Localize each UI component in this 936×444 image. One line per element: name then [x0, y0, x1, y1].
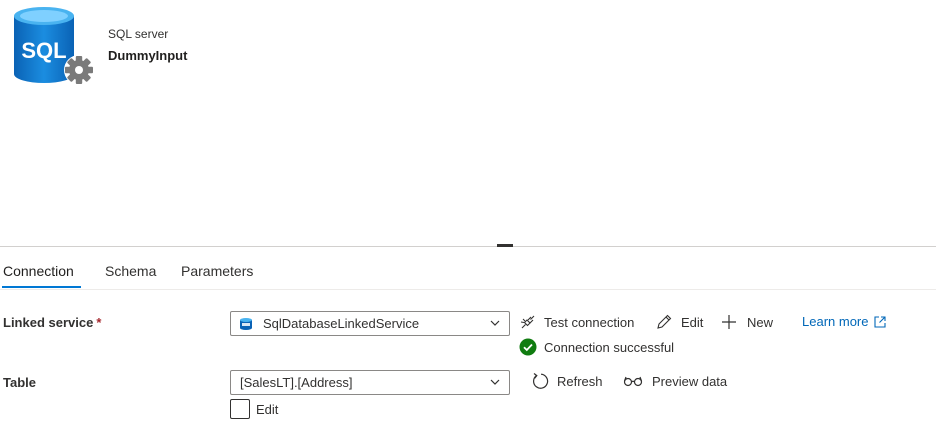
connection-status: Connection successful: [519, 338, 674, 356]
checkmark-circle-icon: [519, 338, 537, 356]
sql-icon-text: SQL: [21, 38, 66, 63]
edit-linked-service-button[interactable]: Edit: [655, 313, 703, 331]
new-linked-service-button[interactable]: New: [720, 313, 773, 331]
plus-icon: [722, 315, 736, 329]
table-select[interactable]: [SalesLT].[Address]: [230, 370, 510, 395]
edit-table-checkbox-row[interactable]: Edit: [230, 399, 278, 419]
gear-icon: [64, 55, 94, 85]
edit-table-checkbox[interactable]: [230, 399, 250, 419]
preview-data-button[interactable]: Preview data: [623, 372, 727, 390]
required-marker: *: [96, 315, 102, 330]
linked-service-value: SqlDatabaseLinkedService: [263, 316, 420, 331]
learn-more-label: Learn more: [802, 314, 869, 329]
table-value: [SalesLT].[Address]: [240, 375, 353, 390]
chevron-down-icon: [490, 379, 500, 385]
glasses-icon: [623, 376, 643, 387]
chevron-down-icon: [490, 320, 500, 326]
connection-status-text: Connection successful: [544, 339, 675, 355]
linked-service-label: Linked service *: [3, 315, 101, 330]
sql-database-icon: [240, 317, 252, 330]
test-connection-button[interactable]: Test connection: [519, 313, 634, 331]
linked-service-label-text: Linked service: [3, 315, 94, 330]
edit-table-checkbox-label: Edit: [256, 401, 279, 417]
plug-icon: [520, 315, 535, 329]
pencil-icon: [657, 314, 672, 329]
tabs-divider: [0, 289, 936, 290]
edit-label: Edit: [681, 314, 704, 330]
tab-parameters[interactable]: Parameters: [181, 263, 253, 279]
refresh-button[interactable]: Refresh: [531, 372, 603, 390]
refresh-label: Refresh: [557, 373, 603, 389]
tab-schema[interactable]: Schema: [105, 263, 156, 279]
splitter-grip-handle[interactable]: [497, 244, 513, 247]
dataset-name: DummyInput: [108, 48, 188, 63]
active-tab-indicator: [2, 286, 81, 288]
preview-data-label: Preview data: [652, 373, 728, 389]
external-link-icon: [874, 315, 887, 328]
refresh-icon: [532, 373, 549, 389]
pane-splitter[interactable]: [0, 246, 936, 247]
test-connection-label: Test connection: [544, 314, 635, 330]
new-label: New: [747, 314, 774, 330]
tab-connection[interactable]: Connection: [3, 263, 74, 279]
dataset-type-label: SQL server: [108, 27, 169, 41]
sql-database-icon: SQL: [14, 7, 94, 85]
learn-more-link[interactable]: Learn more: [802, 314, 887, 329]
table-label: Table: [3, 375, 36, 390]
linked-service-select[interactable]: SqlDatabaseLinkedService: [230, 311, 510, 336]
